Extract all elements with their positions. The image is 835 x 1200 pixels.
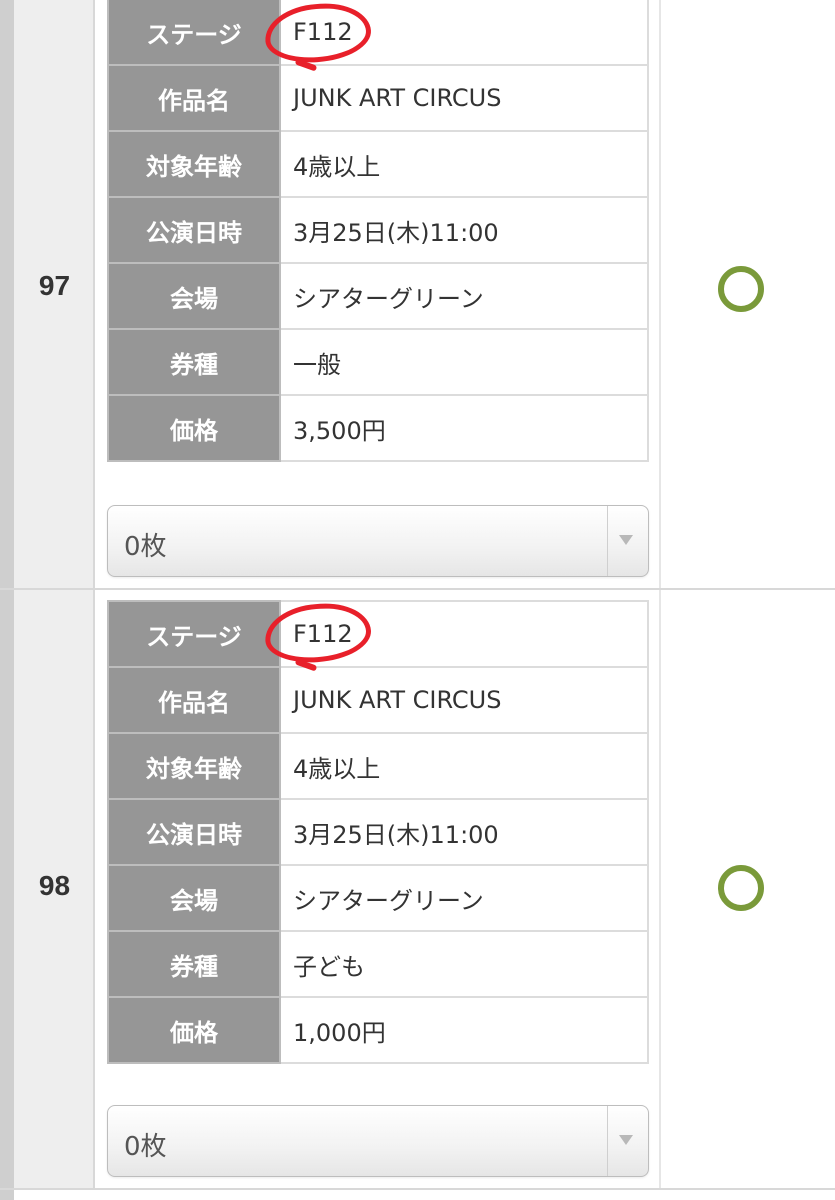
stage-value: F112 bbox=[279, 0, 649, 66]
ticket-details-cell: ステージ F112 作品名 JUNK ART CIRCUS 対象年齢 4歳以上 … bbox=[95, 0, 661, 588]
datetime-row: 公演日時 3月25日(木)11:00 bbox=[107, 798, 649, 866]
title-label: 作品名 bbox=[107, 64, 281, 132]
row-number: 98 bbox=[38, 870, 71, 901]
stage-row: ステージ F112 bbox=[107, 600, 649, 668]
circle-available-icon bbox=[718, 865, 764, 911]
title-label: 作品名 bbox=[107, 666, 281, 734]
select-divider bbox=[607, 1106, 608, 1176]
venue-row: 会場 シアターグリーン bbox=[107, 262, 649, 330]
ticket-info-table: ステージ F112 作品名 JUNK ART CIRCUS 対象年齢 4歳以上 … bbox=[107, 0, 649, 462]
circle-available-icon bbox=[718, 266, 764, 312]
quantity-value: 0枚 bbox=[124, 532, 167, 562]
venue-label: 会場 bbox=[107, 262, 281, 330]
ticket-type-row: 券種 子ども bbox=[107, 930, 649, 998]
ticket-row: 97 ステージ F112 作品名 JUNK ART CIRCUS 対象年齢 4歳… bbox=[0, 0, 835, 590]
chevron-down-icon bbox=[619, 1135, 633, 1145]
venue-value: シアターグリーン bbox=[279, 262, 649, 330]
age-row: 対象年齢 4歳以上 bbox=[107, 732, 649, 800]
title-row: 作品名 JUNK ART CIRCUS bbox=[107, 666, 649, 734]
title-value: JUNK ART CIRCUS bbox=[279, 64, 649, 132]
row-number: 97 bbox=[38, 270, 71, 301]
venue-row: 会場 シアターグリーン bbox=[107, 864, 649, 932]
stage-value: F112 bbox=[279, 600, 649, 668]
datetime-row: 公演日時 3月25日(木)11:00 bbox=[107, 196, 649, 264]
ticket-type-label: 券種 bbox=[107, 930, 281, 998]
venue-label: 会場 bbox=[107, 864, 281, 932]
title-row: 作品名 JUNK ART CIRCUS bbox=[107, 64, 649, 132]
datetime-label: 公演日時 bbox=[107, 196, 281, 264]
ticket-type-value: 子ども bbox=[279, 930, 649, 998]
title-value: JUNK ART CIRCUS bbox=[279, 666, 649, 734]
price-row: 価格 1,000円 bbox=[107, 996, 649, 1064]
ticket-type-row: 券種 一般 bbox=[107, 328, 649, 396]
age-value: 4歳以上 bbox=[279, 130, 649, 198]
quantity-value: 0枚 bbox=[124, 1132, 167, 1162]
ticket-list-page: 97 ステージ F112 作品名 JUNK ART CIRCUS 対象年齢 4歳… bbox=[0, 0, 835, 1200]
price-label: 価格 bbox=[107, 996, 281, 1064]
availability-cell bbox=[661, 590, 835, 1188]
stage-label: ステージ bbox=[107, 0, 281, 66]
stage-row: ステージ F112 bbox=[107, 0, 649, 66]
chevron-down-icon bbox=[619, 535, 633, 545]
quantity-select[interactable]: 0枚 bbox=[107, 1105, 649, 1177]
datetime-value: 3月25日(木)11:00 bbox=[279, 196, 649, 264]
quantity-select[interactable]: 0枚 bbox=[107, 505, 649, 577]
availability-cell bbox=[661, 0, 835, 588]
venue-value: シアターグリーン bbox=[279, 864, 649, 932]
age-label: 対象年齢 bbox=[107, 130, 281, 198]
ticket-info-table: ステージ F112 作品名 JUNK ART CIRCUS 対象年齢 4歳以上 … bbox=[107, 600, 649, 1064]
stage-label: ステージ bbox=[107, 600, 281, 668]
age-value: 4歳以上 bbox=[279, 732, 649, 800]
price-row: 価格 3,500円 bbox=[107, 394, 649, 462]
ticket-row: 98 ステージ F112 作品名 JUNK ART CIRCUS 対象年齢 4歳… bbox=[0, 590, 835, 1190]
ticket-details-cell: ステージ F112 作品名 JUNK ART CIRCUS 対象年齢 4歳以上 … bbox=[95, 590, 661, 1188]
price-value: 3,500円 bbox=[279, 394, 649, 462]
select-divider bbox=[607, 506, 608, 576]
age-label: 対象年齢 bbox=[107, 732, 281, 800]
datetime-label: 公演日時 bbox=[107, 798, 281, 866]
datetime-value: 3月25日(木)11:00 bbox=[279, 798, 649, 866]
ticket-type-value: 一般 bbox=[279, 328, 649, 396]
price-label: 価格 bbox=[107, 394, 281, 462]
ticket-type-label: 券種 bbox=[107, 328, 281, 396]
price-value: 1,000円 bbox=[279, 996, 649, 1064]
age-row: 対象年齢 4歳以上 bbox=[107, 130, 649, 198]
